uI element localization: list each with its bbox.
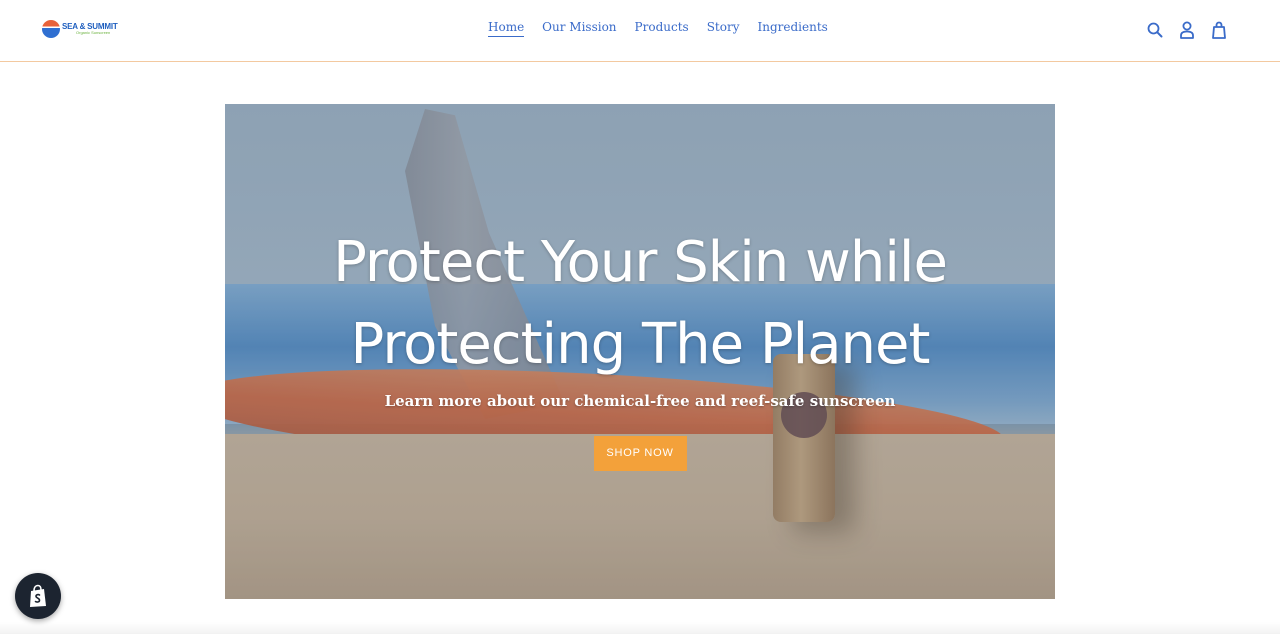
shop-now-button[interactable]: SHOP NOW <box>593 436 687 471</box>
nav-item-home[interactable]: Home <box>488 20 525 37</box>
shopify-bag-icon[interactable] <box>15 573 61 619</box>
header-icons <box>1146 20 1228 40</box>
logo-mark-icon <box>42 20 60 38</box>
search-icon[interactable] <box>1146 20 1164 40</box>
hero-content: Protect Your Skin while Protecting The P… <box>225 222 1055 471</box>
account-icon[interactable] <box>1178 20 1196 40</box>
nav-item-our-mission[interactable]: Our Mission <box>542 20 616 37</box>
nav-item-products[interactable]: Products <box>635 20 689 37</box>
nav-item-ingredients[interactable]: Ingredients <box>757 20 827 37</box>
brand-logo[interactable]: SEA & SUMMIT Organic Sunscreen <box>42 18 124 40</box>
brand-tagline: Organic Sunscreen <box>76 30 111 35</box>
nav-item-story[interactable]: Story <box>707 20 740 37</box>
cart-icon[interactable] <box>1210 20 1228 40</box>
hero-banner: Protect Your Skin while Protecting The P… <box>225 104 1055 599</box>
main-nav: Home Our Mission Products Story Ingredie… <box>488 20 828 37</box>
hero-subtitle: Learn more about our chemical-free and r… <box>384 392 896 410</box>
site-header: SEA & SUMMIT Organic Sunscreen Home Our … <box>0 0 1280 62</box>
page-bottom-edge <box>0 622 1280 634</box>
hero-title: Protect Your Skin while Protecting The P… <box>333 230 948 377</box>
